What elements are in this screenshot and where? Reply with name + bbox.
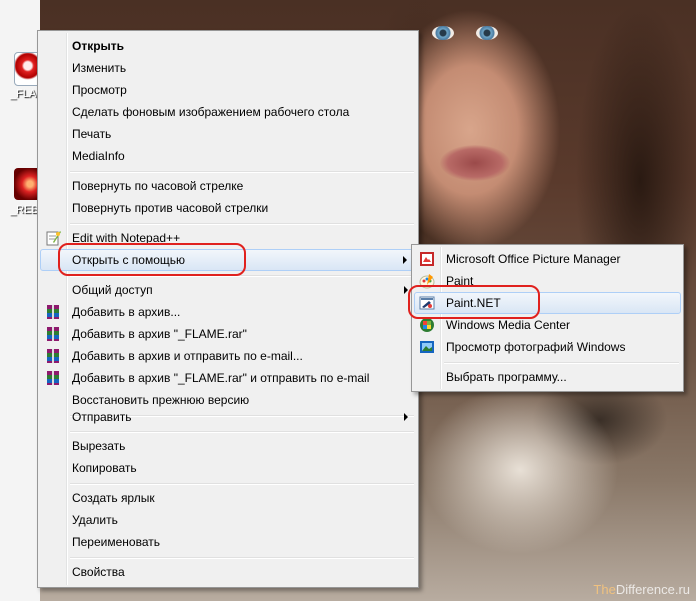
- highlight-ring-open-with: [58, 243, 246, 276]
- menu-item-add-archive-flame[interactable]: Добавить в архив "_FLAME.rar": [40, 323, 416, 345]
- menu-item-add-archive-email[interactable]: Добавить в архив и отправить по e-mail..…: [40, 345, 416, 367]
- desktop-icon-label: _REB: [10, 204, 39, 216]
- menu-item-label: Создать ярлык: [72, 491, 155, 505]
- menu-item-label: Microsoft Office Picture Manager: [446, 252, 621, 266]
- winrar-icon: [45, 326, 61, 342]
- menu-item-rotate-ccw[interactable]: Повернуть против часовой стрелки: [40, 197, 416, 219]
- menu-item-label: Вырезать: [72, 439, 126, 453]
- menu-item-print[interactable]: Печать: [40, 123, 416, 145]
- context-menu: Открыть Изменить Просмотр Сделать фоновы…: [37, 30, 419, 588]
- winrar-icon: [45, 348, 61, 364]
- menu-item-label: Свойства: [72, 565, 125, 579]
- menu-item-open[interactable]: Открыть: [40, 35, 416, 57]
- highlight-ring-paint-net: [408, 285, 540, 319]
- menu-item-mediainfo[interactable]: MediaInfo: [40, 145, 416, 167]
- notepad-plus-plus-icon: [45, 230, 61, 246]
- menu-item-rename[interactable]: Переименовать: [40, 531, 416, 553]
- menu-item-label: Сделать фоновым изображением рабочего ст…: [72, 105, 350, 119]
- menu-item-create-shortcut[interactable]: Создать ярлык: [40, 487, 416, 509]
- wallpaper-detail: [476, 26, 498, 40]
- menu-item-rotate-cw[interactable]: Повернуть по часовой стрелке: [40, 175, 416, 197]
- menu-item-label: Повернуть по часовой стрелке: [72, 179, 244, 193]
- winrar-icon: [45, 304, 61, 320]
- menu-separator: [70, 431, 414, 433]
- menu-item-label: Добавить в архив "_FLAME.rar": [72, 327, 247, 341]
- wallpaper-detail: [432, 26, 454, 40]
- menu-separator: [70, 557, 414, 559]
- menu-item-properties[interactable]: Свойства: [40, 561, 416, 583]
- menu-item-send-to[interactable]: Отправить: [40, 406, 416, 428]
- menu-item-label: Удалить: [72, 513, 118, 527]
- menu-item-label: Повернуть против часовой стрелки: [72, 201, 269, 215]
- menu-item-label: Выбрать программу...: [446, 370, 567, 384]
- menu-item-label: Изменить: [72, 61, 127, 75]
- menu-item-label: Открыть: [72, 39, 125, 53]
- submenu-item-choose-program[interactable]: Выбрать программу...: [414, 366, 681, 388]
- menu-separator: [70, 171, 414, 173]
- menu-item-label: Просмотр: [72, 83, 127, 97]
- wallpaper-detail: [440, 145, 510, 181]
- menu-item-edit[interactable]: Изменить: [40, 57, 416, 79]
- menu-item-label: Просмотр фотографий Windows: [446, 340, 626, 354]
- watermark-text: Difference.ru: [615, 582, 690, 597]
- menu-item-preview[interactable]: Просмотр: [40, 79, 416, 101]
- menu-item-delete[interactable]: Удалить: [40, 509, 416, 531]
- menu-item-label: Копировать: [72, 461, 137, 475]
- submenu-arrow-icon: [404, 413, 408, 421]
- menu-item-label: Общий доступ: [72, 283, 153, 297]
- submenu-arrow-icon: [403, 256, 407, 264]
- watermark: TheDifference.ru: [593, 582, 690, 597]
- menu-item-label: Отправить: [72, 410, 132, 424]
- menu-item-add-archive[interactable]: Добавить в архив...: [40, 301, 416, 323]
- menu-separator: [70, 483, 414, 485]
- menu-separator: [70, 223, 414, 225]
- menu-item-label: Добавить в архив и отправить по e-mail..…: [72, 349, 303, 363]
- menu-item-set-wallpaper[interactable]: Сделать фоновым изображением рабочего ст…: [40, 101, 416, 123]
- menu-item-label: MediaInfo: [72, 149, 125, 163]
- menu-item-add-archive-flame-email[interactable]: Добавить в архив "_FLAME.rar" и отправит…: [40, 367, 416, 389]
- menu-item-cut[interactable]: Вырезать: [40, 435, 416, 457]
- menu-item-label: Переименовать: [72, 535, 160, 549]
- menu-item-label: Добавить в архив...: [72, 305, 181, 319]
- menu-item-label: Печать: [72, 127, 112, 141]
- watermark-prefix: The: [593, 582, 616, 597]
- menu-item-share[interactable]: Общий доступ: [40, 279, 416, 301]
- windows-photo-viewer-icon: [419, 339, 435, 355]
- submenu-item-windows-photo-viewer[interactable]: Просмотр фотографий Windows: [414, 336, 681, 358]
- menu-item-label: Добавить в архив "_FLAME.rar" и отправит…: [72, 371, 370, 385]
- windows-media-center-icon: [419, 317, 435, 333]
- menu-separator: [444, 362, 679, 364]
- menu-item-copy[interactable]: Копировать: [40, 457, 416, 479]
- winrar-icon: [45, 370, 61, 386]
- picture-manager-icon: [419, 251, 435, 267]
- submenu-item-picture-manager[interactable]: Microsoft Office Picture Manager: [414, 248, 681, 270]
